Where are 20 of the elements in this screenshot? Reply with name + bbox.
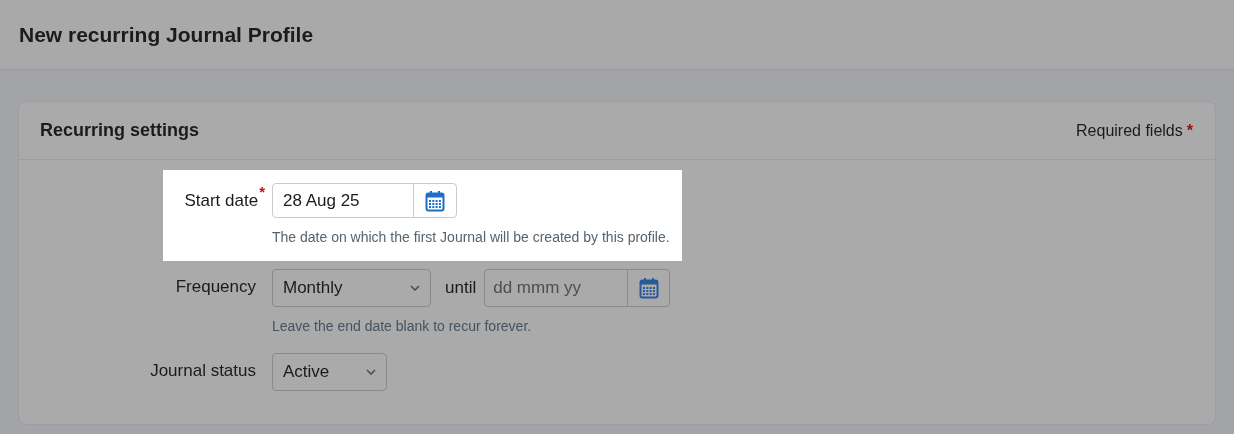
calendar-icon [425,189,445,212]
page-title: New recurring Journal Profile [19,21,314,48]
date-input[interactable]: 28 Aug 25 [273,184,413,217]
field-label: Start date$^{*}$ [184,188,265,213]
until-label: until [445,277,477,300]
required-mark: * [1186,120,1193,141]
field-label: Journal status [150,360,256,383]
required-fields-note: Required fields [1076,120,1183,141]
end-date-input[interactable]: dd mmm yy [485,270,628,306]
chevron-down-icon [366,369,376,375]
help-text: The date on which the first Journal will be created by this profile. [272,228,670,247]
frequency-select[interactable]: Monthly [272,269,431,307]
calendar-icon [638,277,659,299]
date-field[interactable]: 28 Aug 25 [272,183,457,218]
status-select[interactable]: Active [272,353,387,391]
help-text: Leave the end date blank to recur forever. [272,317,533,336]
card-title: Recurring settings [40,119,200,142]
field-label: Frequency [175,276,256,299]
chevron-down-icon [410,285,420,291]
end-date-field[interactable]: dd mmm yy [484,269,671,307]
